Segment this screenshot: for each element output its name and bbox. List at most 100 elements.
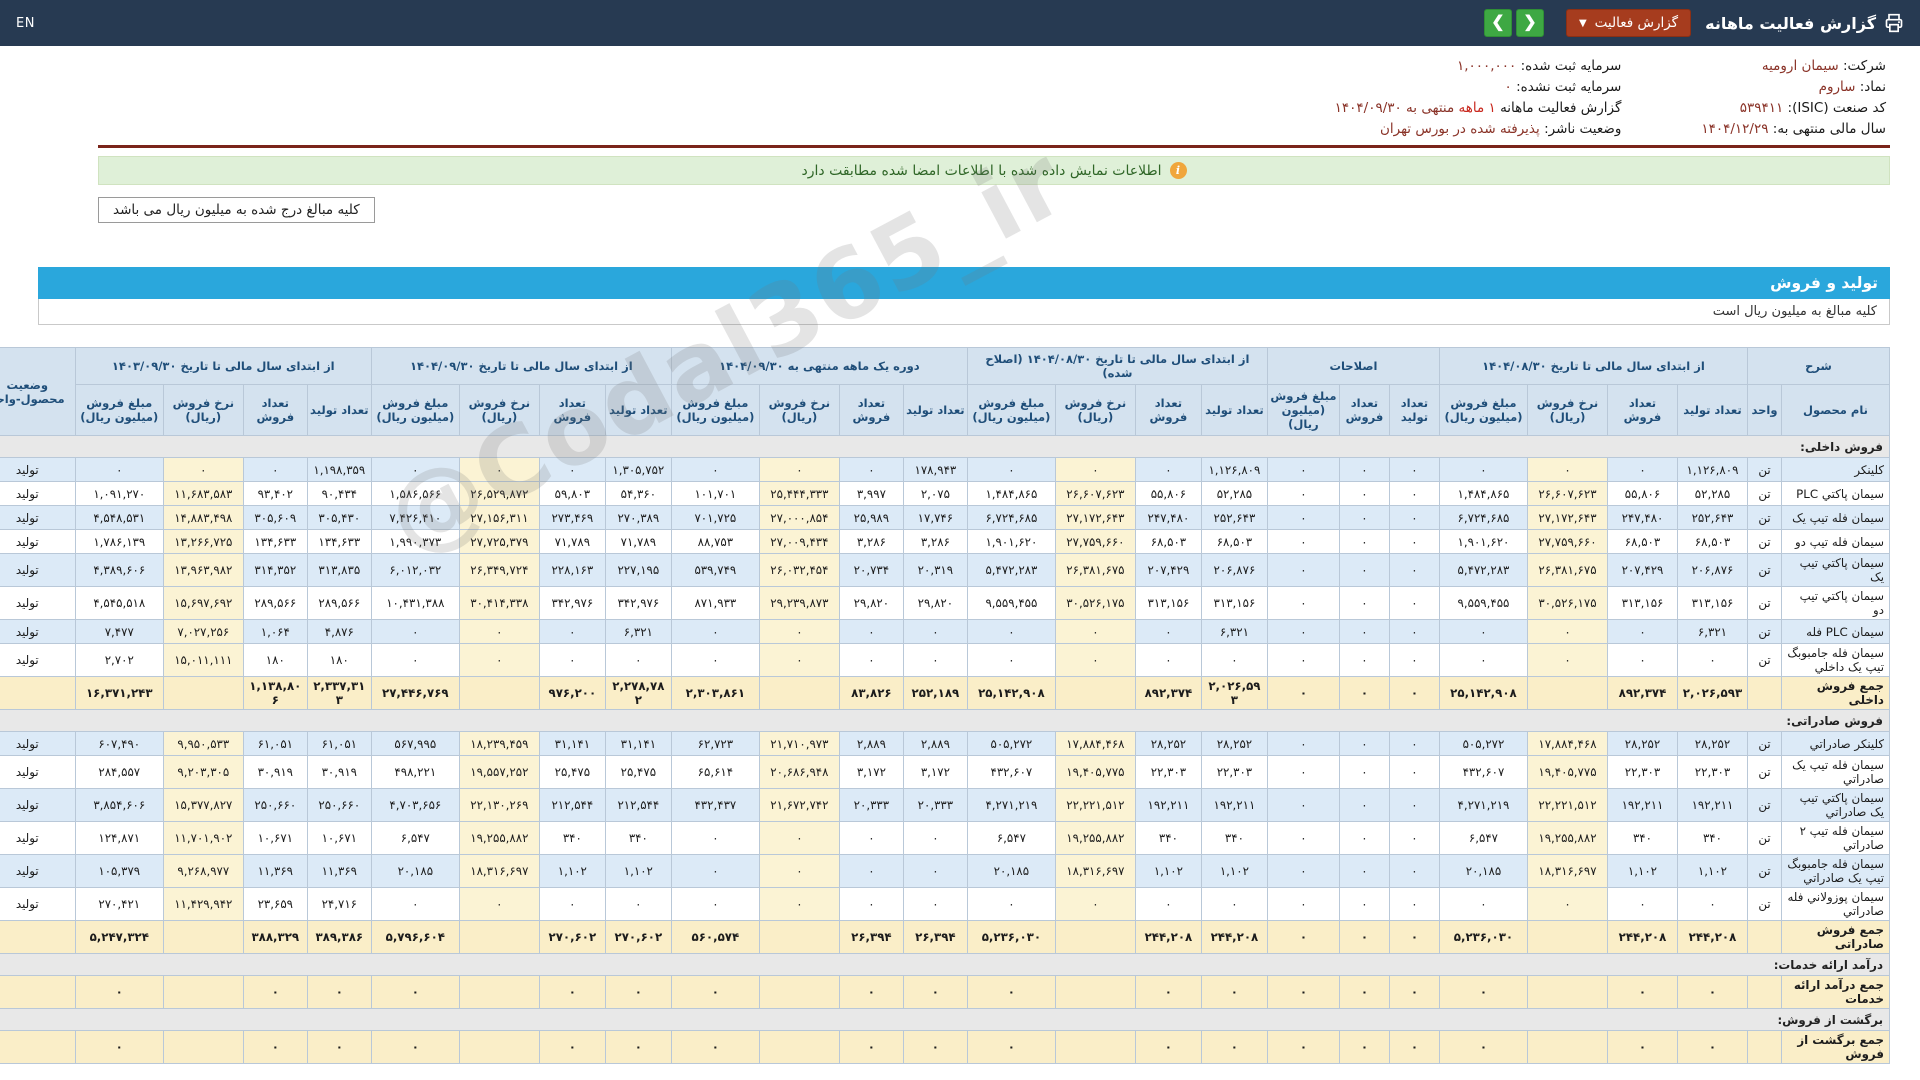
value-cell: ۰ xyxy=(966,887,1056,921)
value-cell: ۲۲,۳۰۳ xyxy=(1134,755,1202,789)
value-cell: ۱,۱۲۶,۸۰۹ xyxy=(1676,457,1748,482)
value-cell: ۷۰۱,۷۲۵ xyxy=(670,505,760,530)
section-label: درآمد ارائه خدمات: xyxy=(0,953,1891,976)
value-cell: ۲۶,۵۲۹,۸۷۲ xyxy=(458,481,540,506)
value-cell: ۰ xyxy=(1266,676,1340,710)
value-cell: ۰ xyxy=(370,619,460,644)
value-cell: ۲۵,۱۴۲,۹۰۸ xyxy=(1438,676,1528,710)
language-toggle[interactable]: EN xyxy=(16,16,35,31)
value-cell: ۵۳۹,۷۴۹ xyxy=(670,553,760,587)
value-cell: ۴۳۲,۶۰۷ xyxy=(1438,755,1528,789)
value-cell: ۲۰,۶۸۶,۹۴۸ xyxy=(758,755,840,789)
product-name-cell: سیمان پوزولاني فله صادراتي xyxy=(1781,887,1890,921)
value-cell: ۳۴۰ xyxy=(1200,821,1268,855)
unit-cell xyxy=(1746,1030,1783,1064)
value-cell: ۱۳۴,۶۳۳ xyxy=(306,529,372,554)
value-cell: ۰ xyxy=(538,975,606,1009)
value-cell: ۰ xyxy=(604,887,672,921)
value-cell: ۸۸,۷۵۳ xyxy=(670,529,760,554)
value-cell: ۰ xyxy=(1438,975,1528,1009)
value-cell: ۱۷,۷۴۶ xyxy=(902,505,968,530)
value-cell: ۱۹,۵۵۷,۲۵۲ xyxy=(458,755,540,789)
value-cell: ۴,۲۷۱,۲۱۹ xyxy=(966,788,1056,822)
isic-label: کد صنعت (ISIC): xyxy=(1787,100,1886,116)
value-cell: ۰ xyxy=(1606,643,1678,677)
value-cell: ۰ xyxy=(1266,821,1340,855)
table-row: کلینکر صادراتي تن ۲۸,۲۵۲ ۲۸,۲۵۲ ۱۷,۸۸۴,۴۶۸ ۵۰… xyxy=(0,731,1890,756)
col-sub-header: تعداد تولید xyxy=(1200,384,1268,436)
product-name-cell: جمع فروش داخلی xyxy=(1781,676,1890,710)
value-cell: ۱۹۲,۲۱۱ xyxy=(1606,788,1678,822)
value-cell: ۰ xyxy=(1388,788,1440,822)
section-label: فروش صادراتی: xyxy=(0,709,1891,732)
value-cell: ۲۴۴,۲۰۸ xyxy=(1134,920,1202,954)
production-sales-table: شرح از ابتدای سال مالی تا تاریخ ۱۴۰۴/۰۸/۳… xyxy=(0,347,1891,1064)
value-cell: ۰ xyxy=(370,887,460,921)
value-cell: ۲۲,۳۰۳ xyxy=(1676,755,1748,789)
report-period-suffix: منتهی به ۱۴۰۴/۰۹/۳۰ xyxy=(1334,100,1455,116)
value-cell: ۵۰۵,۲۷۲ xyxy=(966,731,1056,756)
value-cell: ۴۳۲,۴۳۷ xyxy=(670,788,760,822)
value-cell: ۹۰,۴۳۴ xyxy=(306,481,372,506)
value-cell: ۲۴۴,۲۰۸ xyxy=(1676,920,1748,954)
value-cell: ۱۳,۲۶۶,۷۲۵ xyxy=(162,529,244,554)
value-cell: ۰ xyxy=(670,821,760,855)
value-cell: ۹,۲۰۳,۳۰۵ xyxy=(162,755,244,789)
unregistered-capital-row: سرمایه ثبت نشده: ۰ xyxy=(1335,79,1622,95)
value-cell: ۰ xyxy=(1266,1030,1340,1064)
col-sub-header: مبلغ فروش (میلیون ریال) xyxy=(966,384,1056,436)
product-name-cell: جمع فروش صادراتی xyxy=(1781,920,1890,954)
report-type-dropdown[interactable]: گزارش فعالیت ▼ xyxy=(1565,9,1692,37)
value-cell: ۱۹,۴۰۵,۷۷۵ xyxy=(1526,755,1608,789)
value-cell: ۲۲,۱۳۰,۲۶۹ xyxy=(458,788,540,822)
value-cell: ۱,۹۹۰,۳۷۳ xyxy=(370,529,460,554)
value-cell: ۶۱,۰۵۱ xyxy=(242,731,308,756)
table-row: سیمان پاکتي تیپ دو تن ۳۱۳,۱۵۶ ۳۱۳,۱۵۶ ۳۰,۵۲۶… xyxy=(0,586,1890,620)
value-cell: ۰ xyxy=(966,975,1056,1009)
product-name-cell: کلینکر xyxy=(1781,457,1890,482)
value-cell: ۶,۰۱۲,۰۳۲ xyxy=(370,553,460,587)
value-cell: ۲۹,۲۳۹,۸۷۳ xyxy=(758,586,840,620)
value-cell: ۰ xyxy=(1338,887,1390,921)
col-group-0: از ابتدای سال مالی تا تاریخ ۱۴۰۴/۰۸/۳۰ xyxy=(1438,347,1748,385)
value-cell: ۲۱۲,۵۴۴ xyxy=(604,788,672,822)
value-cell: ۱,۱۰۲ xyxy=(538,854,606,888)
product-name-cell: سیمان فله تیپ یک صادراتي xyxy=(1781,755,1890,789)
value-cell: ۰ xyxy=(1134,975,1202,1009)
value-cell: ۰ xyxy=(306,1030,372,1064)
value-cell: ۰ xyxy=(1266,619,1340,644)
value-cell: ۲,۸۸۹ xyxy=(902,731,968,756)
next-report-button[interactable]: ❯ xyxy=(1515,9,1544,37)
value-cell: ۲۷,۰۰۰,۸۵۴ xyxy=(758,505,840,530)
value-cell: ۲۵,۹۸۹ xyxy=(838,505,904,530)
value-cell: ۲۵۰,۶۶۰ xyxy=(306,788,372,822)
value-cell: ۳۱۳,۱۵۶ xyxy=(1606,586,1678,620)
col-group-3: دوره یک ماهه منتهی به ۱۴۰۴/۰۹/۳۰ xyxy=(670,347,968,385)
value-cell: ۲۶,۶۰۷,۶۲۳ xyxy=(1526,481,1608,506)
value-cell: ۸۹۲,۳۷۴ xyxy=(1606,676,1678,710)
value-cell: ۰ xyxy=(1338,821,1390,855)
prev-report-button[interactable]: ❮ xyxy=(1483,9,1512,37)
col-sub-header: تعداد فروش xyxy=(1606,384,1678,436)
status-cell: تولید xyxy=(0,553,76,587)
value-cell: ۰ xyxy=(1266,481,1340,506)
product-name-cell: جمع برگشت از فروش xyxy=(1781,1030,1890,1064)
value-cell: ۶,۵۴۷ xyxy=(966,821,1056,855)
value-cell: ۰ xyxy=(1388,505,1440,530)
value-cell: ۰ xyxy=(838,1030,904,1064)
value-cell: ۵۶۰,۵۷۴ xyxy=(670,920,760,954)
value-cell: ۲۵,۴۷۵ xyxy=(538,755,606,789)
value-cell: ۴۹۸,۲۲۱ xyxy=(370,755,460,789)
unit-cell: تن xyxy=(1746,505,1783,530)
value-cell: ۶۸,۵۰۳ xyxy=(1200,529,1268,554)
value-cell: ۲۱,۶۷۲,۷۴۲ xyxy=(758,788,840,822)
value-cell: ۲۸,۲۵۲ xyxy=(1676,731,1748,756)
value-cell: ۲۰,۳۱۹ xyxy=(902,553,968,587)
status-cell: تولید xyxy=(0,643,76,677)
col-sub-header: نرخ فروش (ریال) xyxy=(162,384,244,436)
million-rial-note-box: کلیه مبالغ درج شده به میلیون ریال می باش… xyxy=(98,197,375,223)
col-sub-header: نرخ فروش (ریال) xyxy=(458,384,540,436)
unit-cell xyxy=(1746,676,1783,710)
chevron-down-icon: ▼ xyxy=(1578,17,1587,29)
product-name-cell: سیمان فله جامبوبگ تیپ یک داخلي xyxy=(1781,643,1890,677)
